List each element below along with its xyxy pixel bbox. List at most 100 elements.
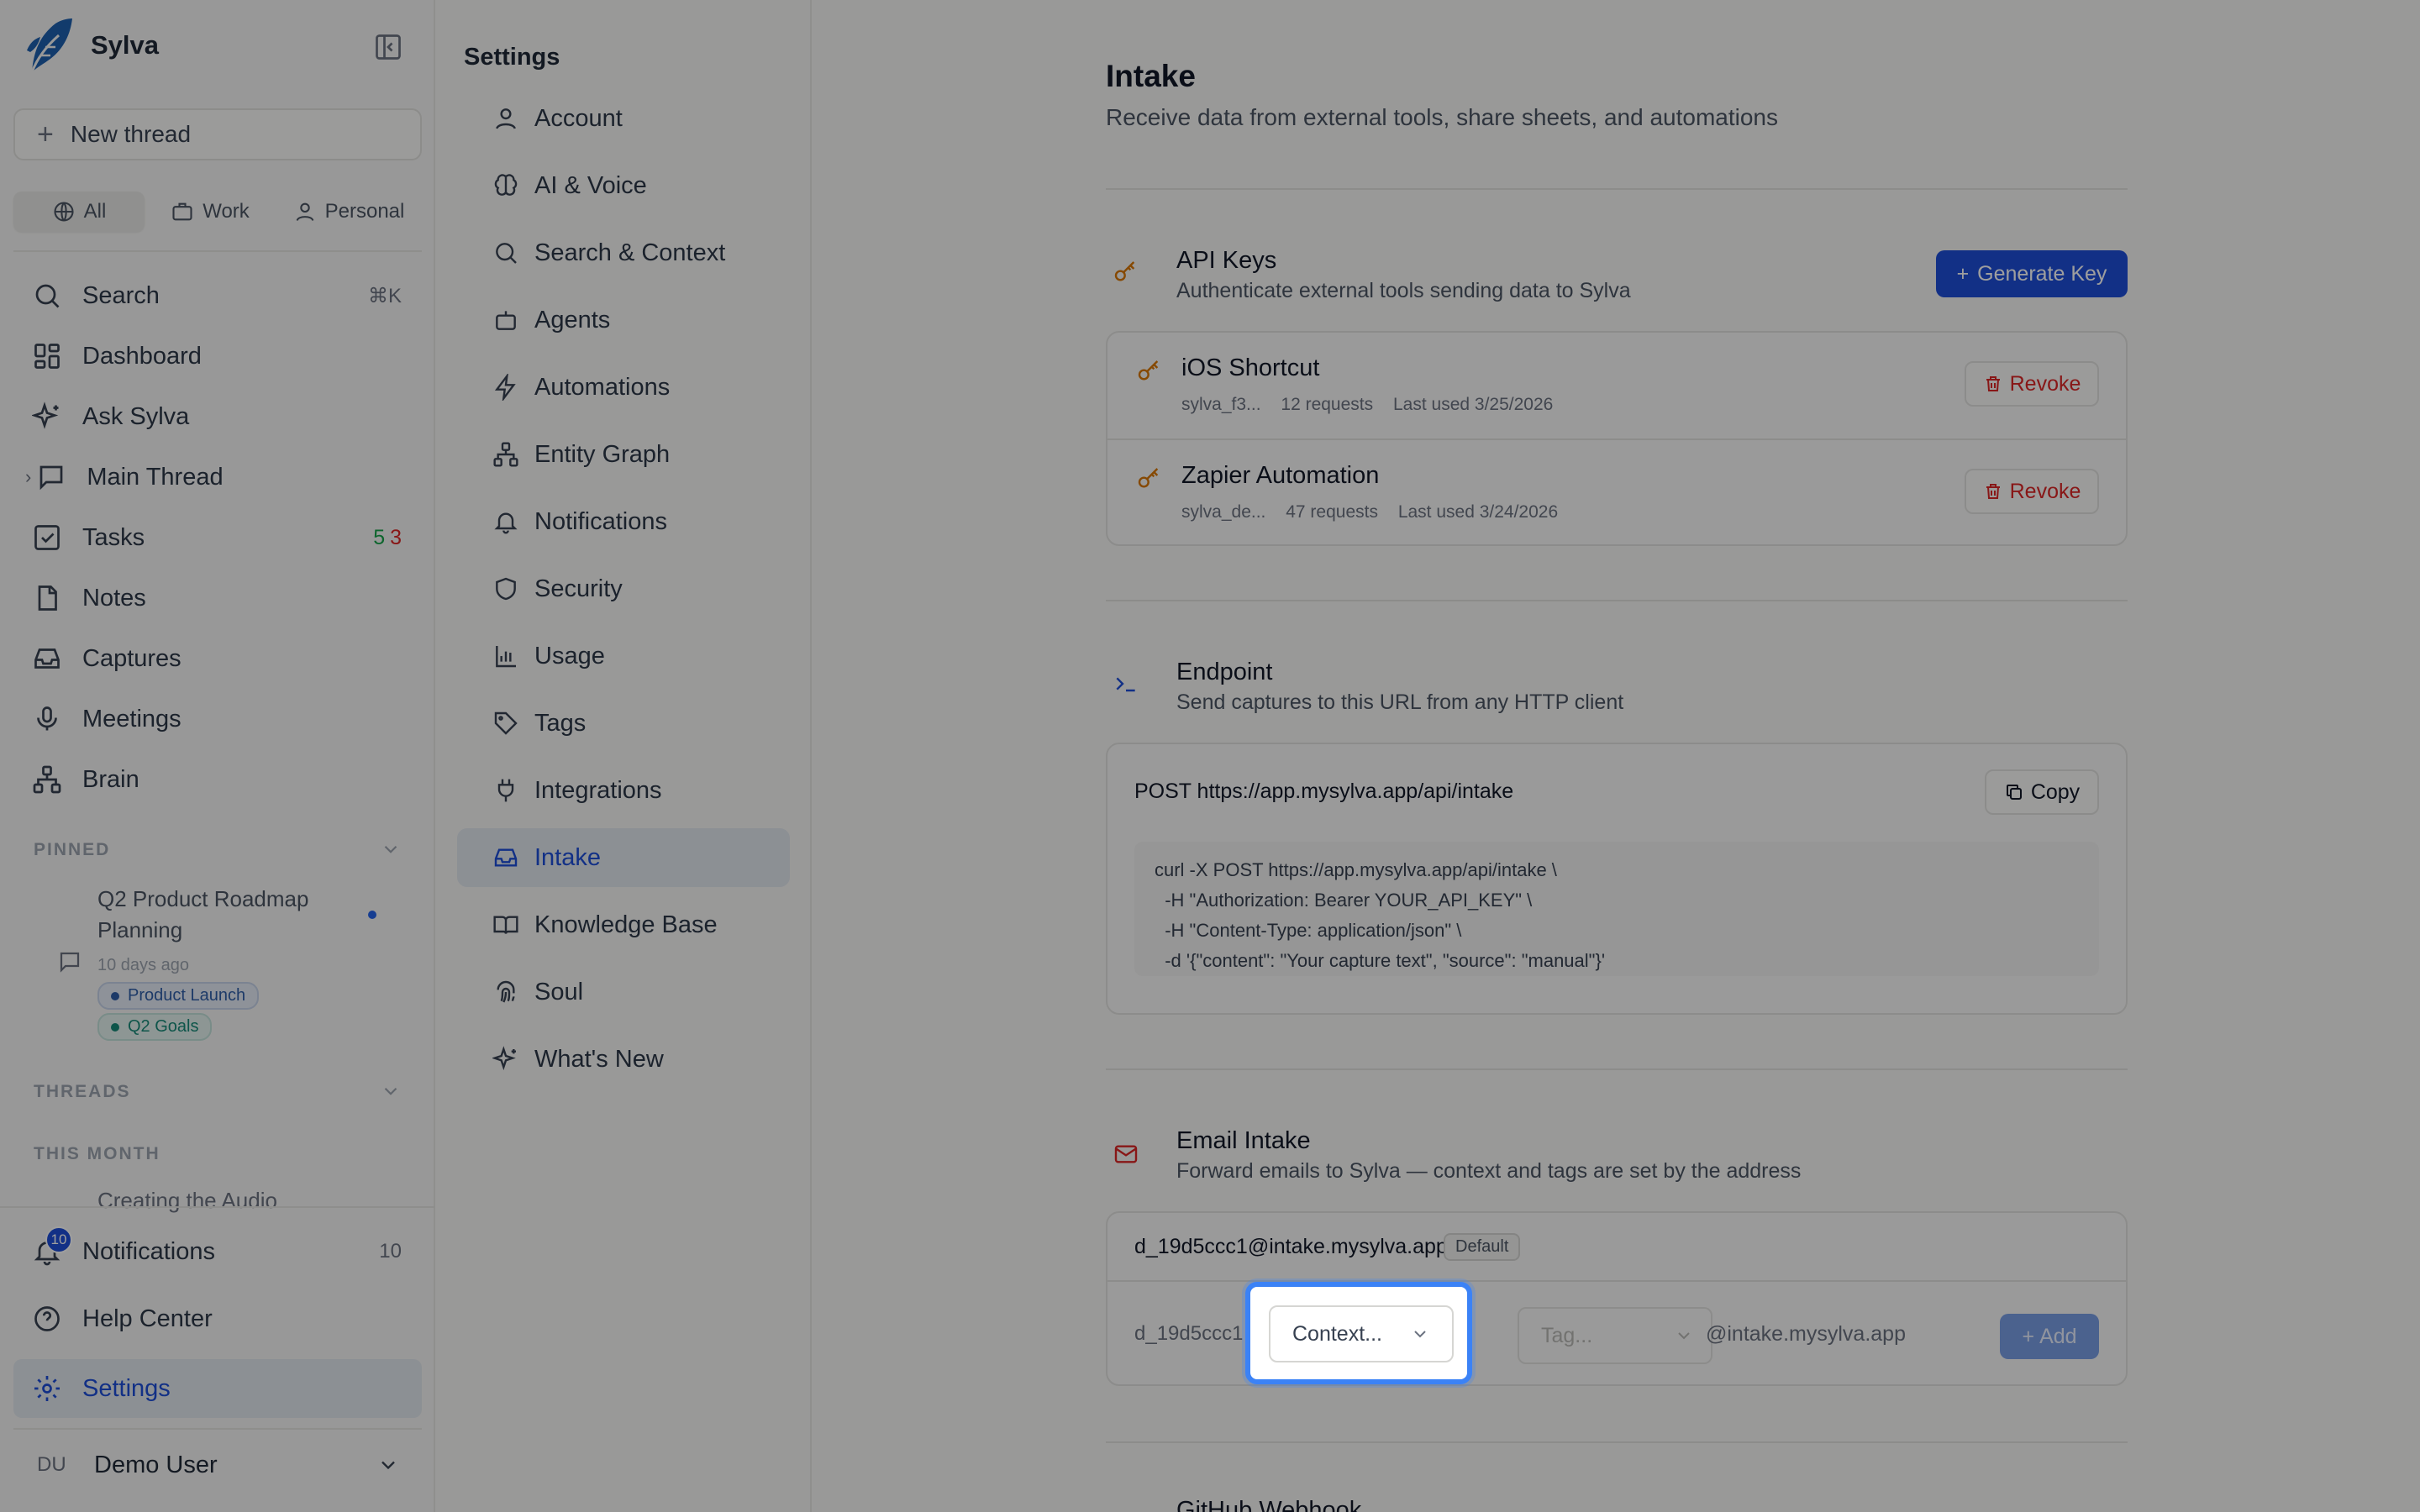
nav-ask-sylva[interactable]: Ask Sylva xyxy=(13,391,422,442)
settings-item-soul[interactable]: Soul xyxy=(457,963,790,1021)
app-name: Sylva xyxy=(91,30,160,60)
mail-icon xyxy=(1107,1136,1144,1173)
add-address-button[interactable]: + Add xyxy=(2000,1314,2099,1359)
nav-meetings[interactable]: Meetings xyxy=(13,694,422,744)
revoke-label: Revoke xyxy=(2009,479,2081,503)
endpoint-title: Endpoint xyxy=(1176,659,1273,685)
nav-label: Brain xyxy=(82,765,139,793)
notification-badge: 10 xyxy=(45,1226,72,1253)
nav-brain[interactable]: Brain xyxy=(13,754,422,805)
settings-item-entity-graph[interactable]: Entity Graph xyxy=(457,425,790,484)
book-open-icon xyxy=(493,916,518,934)
settings-item-knowledge-base[interactable]: Knowledge Base xyxy=(457,895,790,954)
api-key-row: iOS Shortcut sylva_f3... 12 requests Las… xyxy=(1107,333,2126,438)
scope-label: Personal xyxy=(324,200,405,223)
settings-item-whats-new[interactable]: What's New xyxy=(457,1030,790,1089)
nav-search[interactable]: Search ⌘K xyxy=(13,270,422,321)
scope-tab-work[interactable]: Work xyxy=(148,192,272,232)
settings-item-label: AI & Voice xyxy=(534,171,647,199)
tag-chip[interactable]: Q2 Goals xyxy=(97,1013,213,1041)
nav-dashboard[interactable]: Dashboard xyxy=(13,331,422,381)
divider xyxy=(1106,1441,2128,1443)
endpoint-url: POST https://app.mysylva.app/api/intake xyxy=(1134,780,1514,803)
settings-item-tags[interactable]: Tags xyxy=(457,694,790,753)
context-select[interactable]: Context... xyxy=(1269,1305,1454,1362)
copy-label: Copy xyxy=(2030,780,2081,804)
chevron-down-icon[interactable] xyxy=(380,838,402,860)
nav-notifications[interactable]: Notifications 10 xyxy=(13,1226,422,1277)
settings-item-automations[interactable]: Automations xyxy=(457,358,790,417)
revoke-button[interactable]: Revoke xyxy=(1965,361,2099,407)
add-label: Add xyxy=(2039,1324,2077,1348)
network-icon xyxy=(493,442,518,467)
generate-key-button[interactable]: + Generate Key xyxy=(1936,250,2128,297)
api-key-name: Zapier Automation xyxy=(1181,462,1380,489)
inbox-icon xyxy=(494,848,518,867)
scope-tab-personal[interactable]: Personal xyxy=(276,192,422,232)
nav-settings[interactable]: Settings xyxy=(13,1359,422,1418)
settings-item-intake[interactable]: Intake xyxy=(457,828,790,887)
nav-label: Meetings xyxy=(82,705,182,732)
key-icon xyxy=(1107,254,1144,291)
settings-item-usage[interactable]: Usage xyxy=(457,627,790,685)
api-key-last-used: Last used 3/25/2026 xyxy=(1392,395,1554,414)
plug-icon xyxy=(497,779,514,802)
settings-item-agents[interactable]: Agents xyxy=(457,291,790,349)
key-icon xyxy=(1138,360,1159,381)
nav-notes[interactable]: Notes xyxy=(13,573,422,623)
user-menu[interactable]: DU Demo User xyxy=(13,1440,422,1490)
copy-button[interactable]: Copy xyxy=(1985,769,2099,815)
thread-item[interactable]: Creating the Audio xyxy=(97,1188,333,1213)
tasks-done-count: 5 xyxy=(373,525,386,549)
file-icon xyxy=(38,585,57,611)
scope-tab-all[interactable]: All xyxy=(13,192,145,232)
settings-item-label: Entity Graph xyxy=(534,440,671,468)
api-key-meta: sylva_f3... 12 requests Last used 3/25/2… xyxy=(1181,395,1568,415)
tag-chip[interactable]: Product Launch xyxy=(97,982,260,1010)
plus-icon: + xyxy=(1956,261,1970,286)
settings-item-search-context[interactable]: Search & Context xyxy=(457,223,790,282)
nav-label: Notes xyxy=(82,584,146,612)
scope-label: Work xyxy=(203,200,250,223)
pinned-thread[interactable]: Q2 Product Roadmap Planning 10 days ago … xyxy=(50,884,403,1041)
settings-item-label: Search & Context xyxy=(534,239,726,266)
nav-main-thread[interactable]: › Main Thread xyxy=(13,452,422,502)
api-key-requests: 47 requests xyxy=(1286,502,1378,522)
nav-label: Dashboard xyxy=(82,342,202,370)
settings-item-notifications[interactable]: Notifications xyxy=(457,492,790,551)
unread-dot xyxy=(368,911,376,919)
curl-example: curl -X POST https://app.mysylva.app/api… xyxy=(1134,842,2099,976)
chevron-down-icon xyxy=(1678,1332,1690,1340)
task-counts: 53 xyxy=(373,526,402,550)
settings-item-ai-voice[interactable]: AI & Voice xyxy=(457,156,790,215)
settings-item-label: Knowledge Base xyxy=(534,911,718,938)
nav-label: Tasks xyxy=(82,523,145,551)
chevron-down-icon xyxy=(381,1461,395,1470)
settings-title: Settings xyxy=(464,44,560,71)
divider xyxy=(1106,188,2128,190)
new-thread-button[interactable]: + New thread xyxy=(13,108,422,160)
tag-select-value: Tag... xyxy=(1541,1323,1593,1347)
api-key-prefix: sylva_de... xyxy=(1181,502,1266,522)
nav-tasks[interactable]: Tasks 53 xyxy=(13,512,422,563)
chevron-right-icon[interactable]: › xyxy=(25,466,31,488)
revoke-button[interactable]: Revoke xyxy=(1965,469,2099,514)
settings-item-label: Intake xyxy=(534,843,601,871)
zap-icon xyxy=(494,374,516,401)
nav-label: Ask Sylva xyxy=(82,402,190,430)
brand: Sylva xyxy=(25,17,159,74)
globe-icon xyxy=(54,202,74,222)
nav-help-center[interactable]: Help Center xyxy=(13,1294,422,1344)
settings-item-label: Security xyxy=(534,575,623,602)
tag-select[interactable]: Tag... xyxy=(1518,1307,1712,1364)
collapse-sidebar-icon[interactable] xyxy=(373,32,403,62)
settings-item-integrations[interactable]: Integrations xyxy=(457,761,790,820)
settings-item-account[interactable]: Account xyxy=(457,89,790,148)
dashboard-icon xyxy=(34,344,60,369)
chevron-down-icon[interactable] xyxy=(380,1080,402,1102)
user-name: Demo User xyxy=(94,1451,218,1478)
address-prefix: d_19d5ccc1 xyxy=(1134,1322,1244,1345)
revoke-label: Revoke xyxy=(2009,371,2081,396)
nav-captures[interactable]: Captures xyxy=(13,633,422,684)
settings-item-security[interactable]: Security xyxy=(457,559,790,618)
